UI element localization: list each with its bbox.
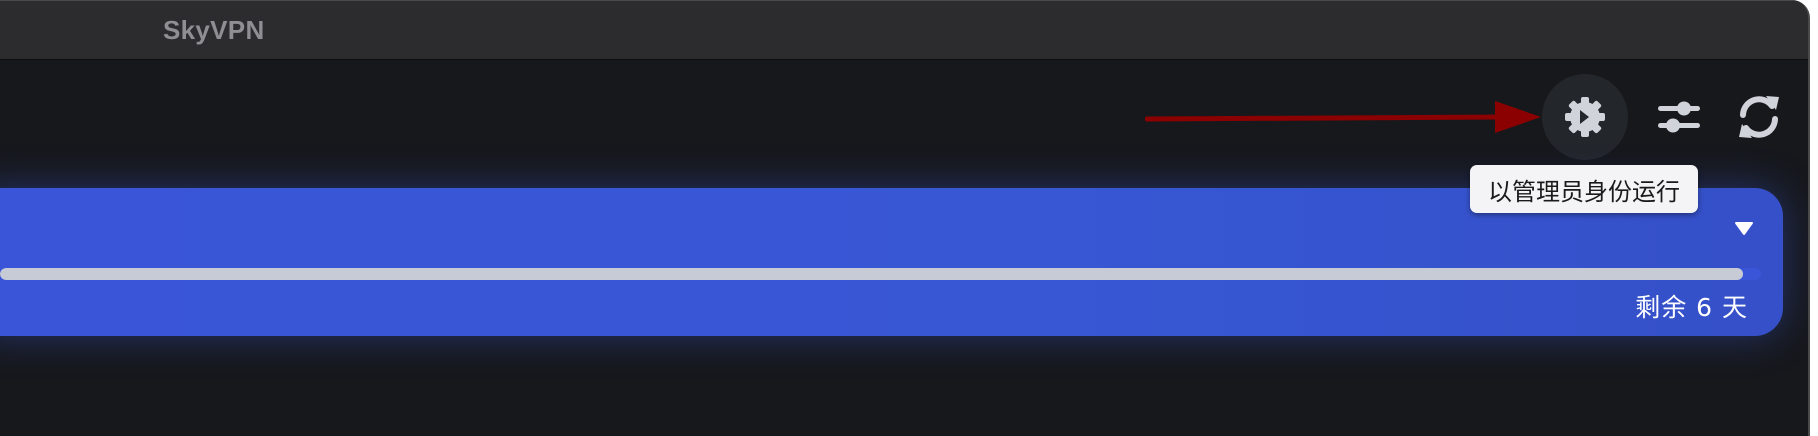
- gear-admin-icon: [1565, 97, 1605, 137]
- run-as-admin-button[interactable]: [1542, 74, 1628, 160]
- settings-sliders-button[interactable]: [1636, 74, 1722, 160]
- title-bar[interactable]: SkyVPN: [0, 0, 1808, 60]
- days-remaining-label: 剩余 6 天: [1635, 293, 1748, 322]
- caret-down-icon[interactable]: [1732, 216, 1756, 240]
- annotation-arrow: [1145, 101, 1541, 133]
- progress-fill: [0, 268, 1744, 280]
- app-title: SkyVPN: [163, 15, 265, 45]
- subscription-progress-bar: [0, 268, 1761, 280]
- refresh-icon: [1739, 96, 1779, 138]
- run-as-admin-tooltip: 以管理员身份运行: [1470, 165, 1698, 213]
- refresh-button[interactable]: [1716, 74, 1802, 160]
- app-window: SkyVPN 剩余 6 天 以管理员身份运行: [0, 0, 1810, 436]
- sliders-icon: [1658, 101, 1700, 133]
